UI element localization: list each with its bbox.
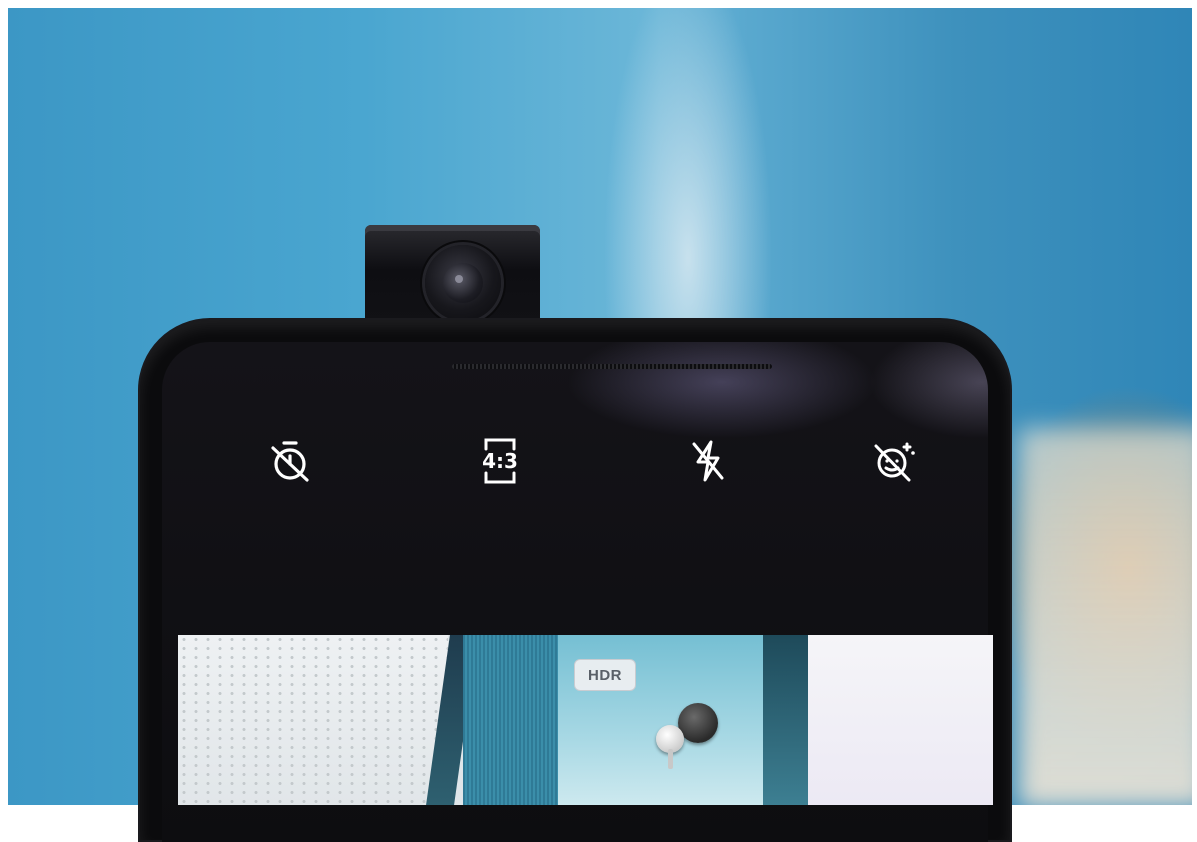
hdr-badge[interactable]: HDR [574, 659, 636, 691]
timer-off-icon[interactable] [264, 435, 316, 487]
camera-lens [443, 263, 483, 303]
knob-stem [668, 749, 673, 769]
viewfinder-teal-panel [763, 635, 808, 805]
beauty-off-icon[interactable] [870, 435, 922, 487]
earpiece-grille [452, 364, 772, 369]
viewfinder-object-knob [650, 703, 720, 773]
flash-off-icon[interactable] [682, 435, 734, 487]
viewfinder-textured-panel [463, 635, 563, 805]
aspect-ratio-button[interactable]: 4:3 [474, 435, 526, 487]
knob-dark-part [678, 703, 718, 743]
viewfinder-light-panel [808, 635, 993, 805]
viewfinder-dotted-surface [178, 635, 448, 805]
aspect-ratio-label: 4:3 [482, 449, 518, 473]
camera-lens-ring [425, 245, 501, 321]
camera-toolbar: 4:3 [0, 435, 1197, 495]
